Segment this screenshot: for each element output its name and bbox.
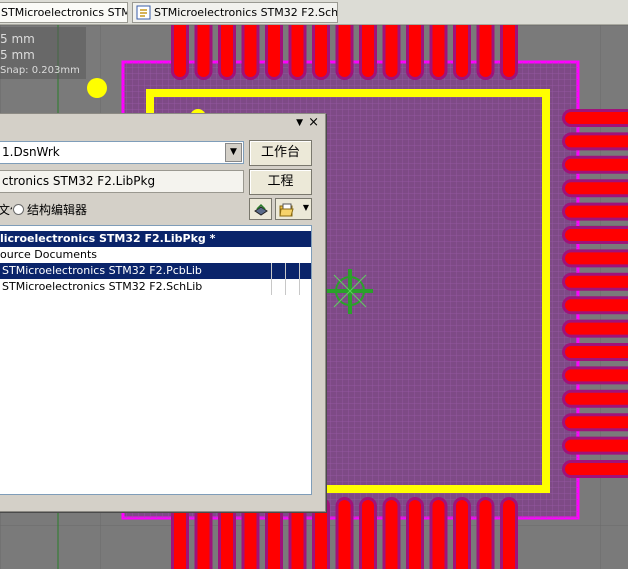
pad-top bbox=[312, 25, 330, 80]
pad-top bbox=[359, 25, 377, 80]
pad-right bbox=[562, 319, 628, 338]
pin1-marker bbox=[87, 78, 107, 98]
radio-structure-editor[interactable] bbox=[13, 204, 24, 215]
hud-x: 5 mm bbox=[0, 32, 35, 46]
schlib-doc-icon bbox=[136, 5, 151, 20]
tab-schlib-label: STMicroelectronics STM32 F2.SchLib bbox=[154, 6, 338, 19]
tree-item-schlib[interactable]: STMicroelectronics STM32 F2.SchLib bbox=[0, 279, 311, 295]
pad-top bbox=[218, 25, 236, 80]
pad-right bbox=[562, 460, 628, 478]
pad-bottom bbox=[359, 497, 377, 569]
pad-top bbox=[171, 25, 189, 80]
tree-item-source-documents[interactable]: ource Documents bbox=[0, 247, 311, 263]
tree-item-libpkg-label: licroelectronics STM32 F2.LibPkg * bbox=[0, 232, 216, 245]
pad-top bbox=[194, 25, 213, 80]
tab-pcblib[interactable]: STMicroelectronics STM32 F2.PcbLib bbox=[0, 2, 128, 23]
compile-icon bbox=[254, 202, 268, 216]
pad-right bbox=[562, 343, 628, 361]
pad-right bbox=[562, 272, 628, 291]
pin-menu-icon[interactable]: ▼ bbox=[296, 118, 303, 128]
pad-top bbox=[453, 25, 471, 80]
pad-bottom bbox=[335, 497, 354, 569]
project-field[interactable]: ctronics STM32 F2.LibPkg bbox=[0, 170, 244, 193]
pad-right bbox=[562, 179, 628, 198]
workspace-button[interactable]: 工作台 bbox=[249, 140, 312, 166]
pad-top bbox=[476, 25, 495, 80]
radio-structure-editor-label[interactable]: 结构编辑器 bbox=[27, 200, 87, 220]
project-button[interactable]: 工程 bbox=[249, 169, 312, 195]
pad-bottom bbox=[453, 497, 471, 569]
pad-top bbox=[265, 25, 283, 80]
chevron-down-icon[interactable]: ▼ bbox=[225, 143, 242, 162]
pad-bottom bbox=[429, 497, 448, 569]
tree-item-libpkg[interactable]: licroelectronics STM32 F2.LibPkg * bbox=[0, 231, 311, 247]
status-cells bbox=[271, 279, 311, 295]
tree-item-schlib-label: STMicroelectronics STM32 F2.SchLib bbox=[2, 280, 203, 293]
pad-top bbox=[241, 25, 260, 80]
tree-item-source-documents-label: ource Documents bbox=[0, 248, 98, 261]
pad-right bbox=[562, 366, 628, 385]
open-project-button[interactable]: ▼ bbox=[275, 198, 312, 220]
chevron-down-icon[interactable]: ▼ bbox=[303, 203, 309, 212]
pad-bottom bbox=[476, 497, 495, 569]
hud-snap: Snap: 0.203mm bbox=[0, 65, 80, 76]
pad-right bbox=[562, 109, 628, 127]
pad-right bbox=[562, 296, 628, 315]
document-tab-bar: STMicroelectronics STM32 F2.PcbLib STMic… bbox=[0, 0, 628, 25]
tab-schlib[interactable]: STMicroelectronics STM32 F2.SchLib bbox=[132, 2, 338, 23]
tree-item-pcblib[interactable]: STMicroelectronics STM32 F2.PcbLib bbox=[0, 263, 311, 279]
pad-right bbox=[562, 389, 628, 408]
pad-right bbox=[562, 436, 628, 455]
pad-top bbox=[406, 25, 424, 80]
close-icon[interactable]: × bbox=[308, 115, 319, 130]
pad-top bbox=[288, 25, 307, 80]
radio-file-view-label[interactable]: 文件视图 bbox=[0, 200, 12, 220]
pad-bottom bbox=[406, 497, 424, 569]
hud-y: 5 mm bbox=[0, 48, 35, 62]
pad-right bbox=[562, 132, 628, 151]
pad-right bbox=[562, 413, 628, 432]
pad-top bbox=[335, 25, 354, 80]
pad-top bbox=[429, 25, 448, 80]
panel-caption: ▼ × bbox=[0, 114, 325, 133]
pad-right bbox=[562, 226, 628, 244]
open-project-icon bbox=[279, 202, 295, 217]
pad-bottom bbox=[500, 497, 518, 569]
project-value: ctronics STM32 F2.LibPkg bbox=[2, 174, 156, 188]
pad-bottom bbox=[382, 497, 401, 569]
projects-panel: ▼ × 1.DsnWrk ▼ 工作台 ctronics STM32 F2.Lib… bbox=[0, 113, 326, 512]
pad-right bbox=[562, 155, 628, 174]
pad-right bbox=[562, 202, 628, 221]
pads-top-row bbox=[171, 25, 518, 80]
workspace-value: 1.DsnWrk bbox=[2, 145, 60, 159]
tree-item-pcblib-label: STMicroelectronics STM32 F2.PcbLib bbox=[2, 264, 202, 277]
pad-top bbox=[382, 25, 401, 80]
pad-top bbox=[500, 25, 518, 80]
pad-right bbox=[562, 249, 628, 268]
compile-button[interactable] bbox=[249, 198, 272, 220]
coordinate-hud: 5 mm 5 mm Snap: 0.203mm bbox=[0, 27, 86, 79]
workspace-dropdown[interactable]: 1.DsnWrk ▼ bbox=[0, 141, 244, 164]
status-cells bbox=[271, 263, 311, 279]
project-tree[interactable]: licroelectronics STM32 F2.LibPkg * ource… bbox=[0, 225, 312, 495]
